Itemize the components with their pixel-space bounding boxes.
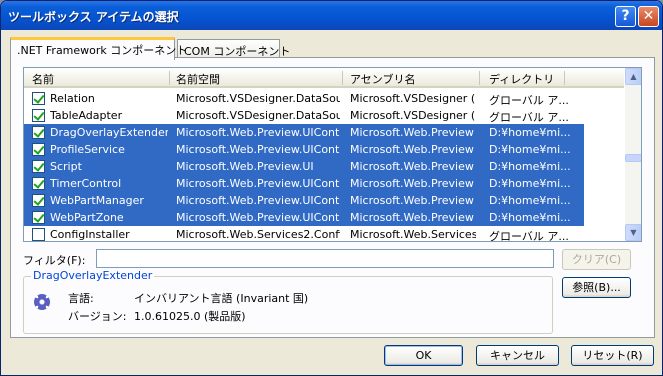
components-list[interactable]: 名前 名前空間 アセンブリ名 ディレクトリ Relation Microsoft.… (23, 67, 642, 242)
table-row[interactable]: Script Microsoft.Web.Preview.UI Microsoft.… (24, 158, 584, 175)
cell-directory: D:¥home¥mi... (489, 177, 571, 190)
vertical-scrollbar[interactable]: ▲ ▼ (625, 68, 641, 241)
cell-assembly: Microsoft.Web.Preview ... (350, 177, 476, 190)
language-value: インバリアント言語 (Invariant 国) (134, 292, 309, 305)
version-value: 1.0.61025.0 (製品版) (134, 310, 246, 323)
gear-icon (34, 294, 50, 310)
help-icon[interactable]: ? (615, 6, 636, 27)
column-header-directory[interactable]: ディレクトリ (489, 71, 554, 87)
ok-button[interactable]: OK (384, 345, 463, 366)
row-checkbox[interactable] (32, 109, 45, 122)
cell-name: WebPartZone (50, 211, 124, 224)
cell-directory: グローバル ア... (489, 94, 569, 107)
row-checkbox[interactable] (32, 228, 45, 241)
column-header-name[interactable]: 名前 (32, 71, 54, 87)
cell-assembly: Microsoft.VSDesigner (... (350, 92, 476, 105)
cell-name: ConfigInstaller (50, 228, 130, 241)
table-row[interactable]: TimerControl Microsoft.Web.Preview.UICont… (24, 175, 584, 192)
cell-namespace: Microsoft.Web.Preview.UIContr... (176, 143, 340, 156)
cell-directory: グローバル ア... (489, 230, 569, 242)
cell-name: ProfileService (50, 143, 125, 156)
tab-net-framework[interactable]: .NET Framework コンポーネント (10, 37, 187, 60)
cell-name: DragOverlayExtender (50, 126, 168, 139)
column-header-namespace[interactable]: 名前空間 (176, 71, 220, 87)
cell-namespace: Microsoft.Web.Preview.UIContr... (176, 194, 340, 207)
cell-name: TableAdapter (50, 109, 123, 122)
cell-namespace: Microsoft.VSDesigner.DataSou... (176, 109, 340, 122)
table-row[interactable]: WebPartZone Microsoft.Web.Preview.UIContr… (24, 209, 584, 226)
scroll-up-icon[interactable]: ▲ (625, 68, 641, 85)
row-checkbox[interactable] (32, 211, 45, 224)
browse-button[interactable]: 参照(B)... (562, 277, 631, 298)
window-title: ツールボックス アイテムの選択 (8, 10, 179, 24)
scroll-thumb[interactable] (625, 154, 641, 162)
cell-name: Relation (50, 92, 95, 105)
cell-assembly: Microsoft.Web.Preview ... (350, 194, 476, 207)
cell-name: Script (50, 160, 82, 173)
row-checkbox[interactable] (32, 160, 45, 173)
cell-name: WebPartManager (50, 194, 144, 207)
clear-button[interactable]: クリア(C) (562, 249, 631, 270)
cell-namespace: Microsoft.Web.Preview.UIContr... (176, 126, 340, 139)
table-row[interactable]: ProfileService Microsoft.Web.Preview.UICo… (24, 141, 584, 158)
table-row[interactable]: ConfigInstaller Microsoft.Web.Services2.C… (24, 226, 584, 242)
table-row[interactable]: TableAdapter Microsoft.VSDesigner.DataSou… (24, 107, 584, 124)
row-checkbox[interactable] (32, 143, 45, 156)
cell-namespace: Microsoft.Web.Preview.UIContr... (176, 177, 340, 190)
cell-assembly: Microsoft.VSDesigner (... (350, 109, 476, 122)
title-bar[interactable]: ツールボックス アイテムの選択 ? ✕ (1, 1, 662, 30)
table-row[interactable]: DragOverlayExtender Microsoft.Web.Preview… (24, 124, 584, 141)
table-row[interactable]: Relation Microsoft.VSDesigner.DataSou... M… (24, 90, 584, 107)
details-title: DragOverlayExtender (31, 269, 155, 282)
cancel-button[interactable]: キャンセル (476, 345, 559, 366)
cell-assembly: Microsoft.Web.Preview ... (350, 143, 476, 156)
column-header-assembly[interactable]: アセンブリ名 (350, 71, 415, 87)
cell-assembly: Microsoft.Web.Preview ... (350, 211, 476, 224)
filter-input[interactable] (96, 249, 554, 268)
language-label: 言語: (68, 292, 94, 305)
row-checkbox[interactable] (32, 126, 45, 139)
list-header: 名前 名前空間 アセンブリ名 ディレクトリ (24, 68, 624, 88)
cell-directory: D:¥home¥mi... (489, 143, 571, 156)
cell-namespace: Microsoft.Web.Preview.UIContr... (176, 211, 340, 224)
cell-directory: D:¥home¥mi... (489, 126, 571, 139)
cell-directory: D:¥home¥mi... (489, 194, 571, 207)
dialog-window: ツールボックス アイテムの選択 ? ✕ .NET Framework コンポーネ… (0, 0, 663, 376)
close-icon[interactable]: ✕ (638, 6, 659, 27)
tab-com[interactable]: COM コンポーネント (177, 39, 290, 59)
reset-button[interactable]: リセット(R) (571, 345, 654, 366)
row-checkbox[interactable] (32, 177, 45, 190)
table-row[interactable]: WebPartManager Microsoft.Web.Preview.UICo… (24, 192, 584, 209)
cell-directory: D:¥home¥mi... (489, 211, 571, 224)
cell-directory: D:¥home¥mi... (489, 160, 571, 173)
row-checkbox[interactable] (32, 194, 45, 207)
cell-assembly: Microsoft.Web.Preview ... (350, 160, 476, 173)
cell-assembly: Microsoft.Web.Services... (350, 228, 476, 241)
cell-namespace: Microsoft.Web.Services2.Confi... (176, 228, 340, 241)
cell-name: TimerControl (50, 177, 122, 190)
cell-namespace: Microsoft.Web.Preview.UI (176, 160, 314, 173)
row-checkbox[interactable] (32, 92, 45, 105)
scroll-down-icon[interactable]: ▼ (625, 224, 641, 241)
version-label: バージョン: (68, 310, 127, 323)
cell-namespace: Microsoft.VSDesigner.DataSou... (176, 92, 340, 105)
cell-assembly: Microsoft.Web.Preview ... (350, 126, 476, 139)
filter-label: フィルタ(F): (23, 254, 86, 267)
cell-directory: グローバル ア... (489, 111, 569, 124)
